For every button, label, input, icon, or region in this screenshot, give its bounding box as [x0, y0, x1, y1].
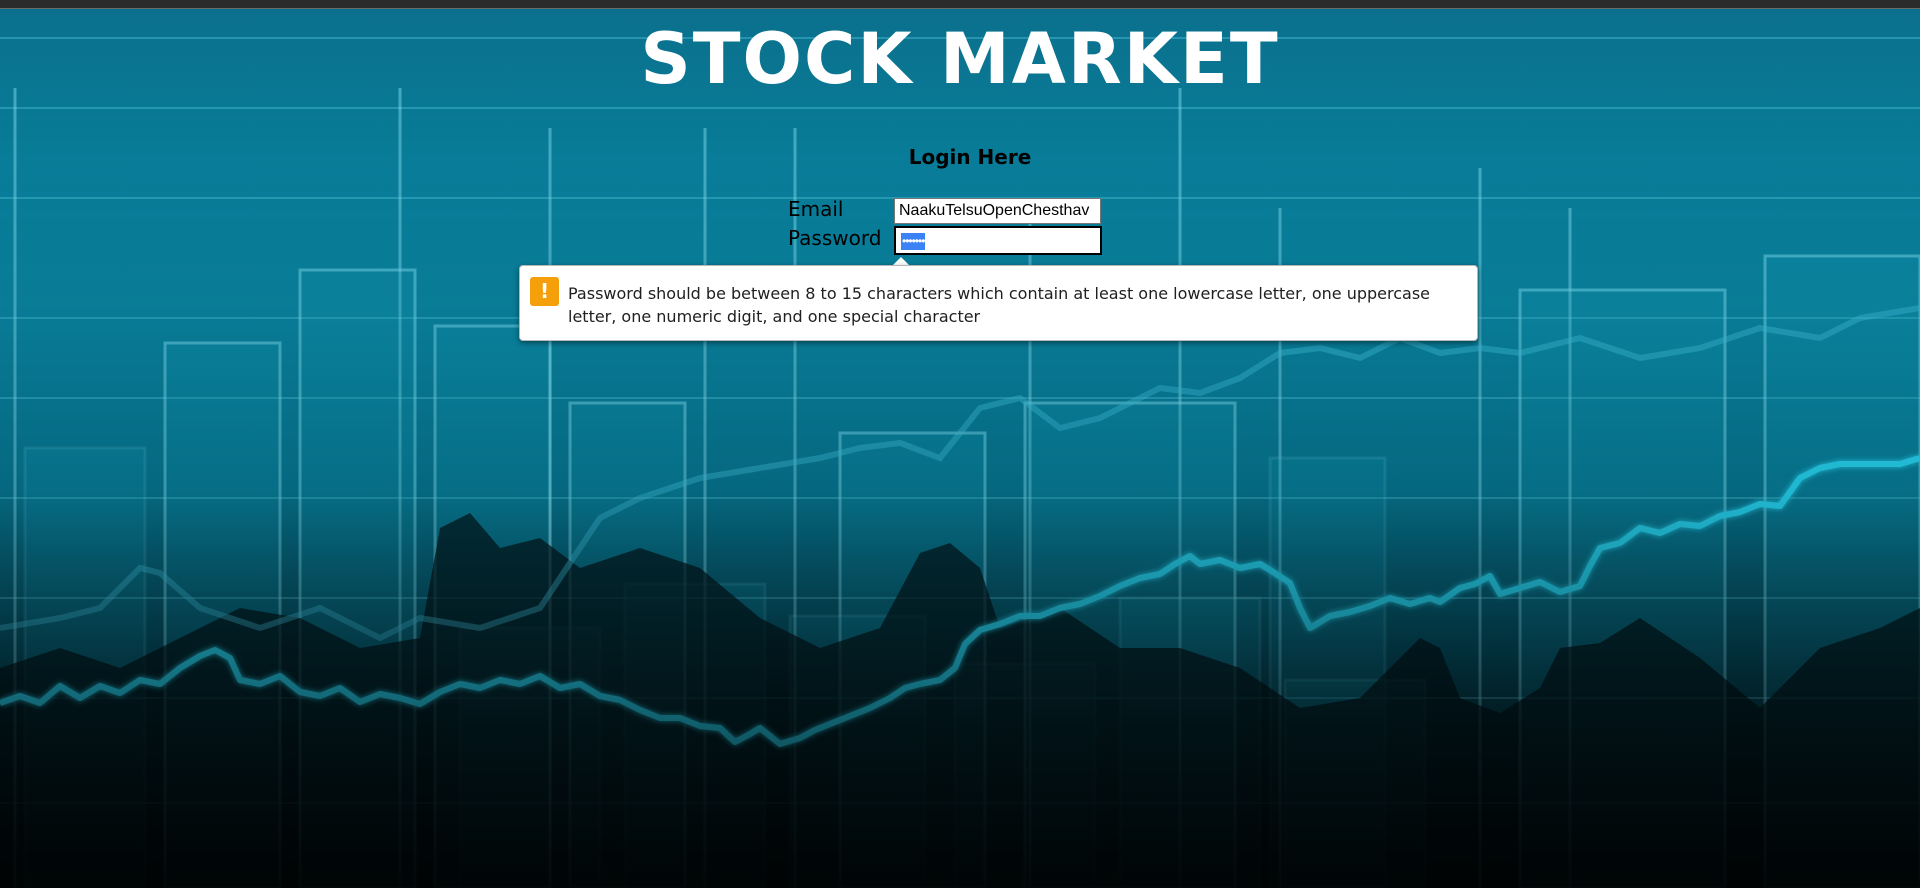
- stock-chart-background: [0, 8, 1920, 888]
- validation-tooltip: ! Password should be between 8 to 15 cha…: [519, 265, 1478, 341]
- login-heading: Login Here: [908, 145, 1032, 169]
- warning-icon: !: [530, 277, 559, 306]
- validation-message: Password should be between 8 to 15 chara…: [568, 284, 1431, 326]
- password-label: Password: [788, 226, 882, 250]
- email-label: Email: [788, 197, 844, 221]
- password-field[interactable]: •••••••: [894, 226, 1102, 255]
- email-field[interactable]: NaakuTelsuOpenChesthav: [894, 198, 1101, 224]
- email-value: NaakuTelsuOpenChesthav: [899, 202, 1090, 219]
- login-page: STOCK MARKET Login Here Email NaakuTelsu…: [0, 0, 1920, 888]
- page-title: STOCK MARKET: [640, 18, 1280, 100]
- password-masked-value: •••••••: [901, 233, 925, 250]
